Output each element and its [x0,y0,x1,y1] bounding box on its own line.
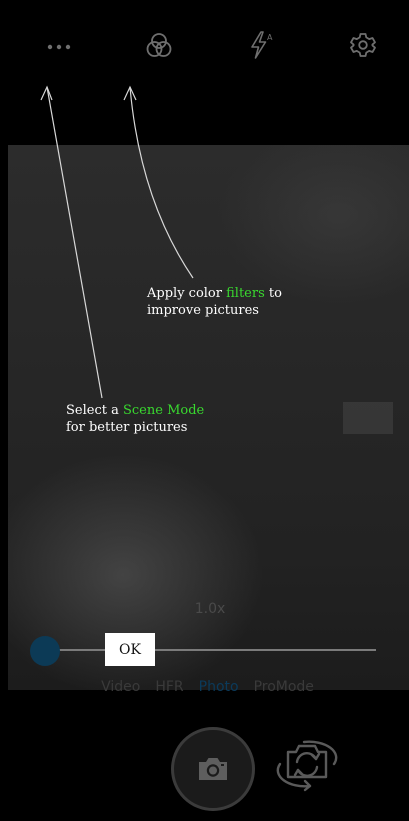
zoom-slider-knob[interactable] [30,636,60,666]
filters-highlight: filters [226,286,265,301]
scene-coach-line-2: for better pictures [66,420,188,435]
mode-selector: Video HFR Photo ProMode [0,679,409,701]
ok-button[interactable]: OK [105,633,155,666]
camera-icon [199,758,227,780]
filter-coach-line-1: Apply color filters to [147,286,282,301]
color-filter-button[interactable] [142,28,176,62]
scene-coach-line-1: Select a Scene Mode [66,403,205,418]
gear-icon [350,33,376,57]
flash-auto-badge: A [267,33,273,42]
mode-hfr[interactable]: HFR [155,679,183,701]
shutter-button[interactable] [171,727,255,811]
focus-indicator [343,402,393,434]
settings-button[interactable] [346,28,380,62]
color-filter-icon [146,33,172,57]
camera-screen: A 1.0x Video HFR Photo ProMode Apply col… [0,0,409,821]
mode-photo[interactable]: Photo [199,679,239,701]
mode-promode[interactable]: ProMode [254,679,314,701]
top-toolbar: A [0,0,409,145]
scene-mode-coach-mark: Select a Scene Mode for better pictures [66,402,204,436]
flash-button[interactable]: A [243,28,277,62]
switch-camera-icon [276,740,338,792]
zoom-level-label: 1.0x [194,601,226,617]
scene-mode-button[interactable] [42,28,76,62]
filter-coach-line-2: improve pictures [147,303,259,318]
more-dots-icon [47,44,71,50]
flash-auto-icon: A [251,31,273,59]
scene-mode-highlight: Scene Mode [122,403,205,418]
zoom-slider-track[interactable] [42,649,376,651]
mode-video[interactable]: Video [101,679,140,701]
switch-camera-button[interactable] [272,733,342,793]
filter-coach-mark: Apply color filters to improve pictures [147,285,282,319]
